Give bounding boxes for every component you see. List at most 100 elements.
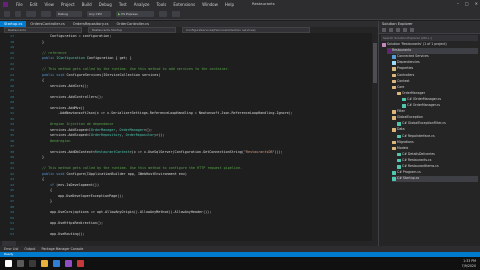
code-editor[interactable]: 17 18 19 20 21 22 23 24 25 26 27 28 29 30 31 32 33 34 35 36… [0, 33, 378, 241]
csharp-file-icon [397, 134, 401, 139]
code-line[interactable]: { [50, 188, 52, 192]
code-line[interactable]: // This method gets called by the runtim… [42, 166, 242, 170]
solution-tree-item[interactable]: OrderManager [397, 91, 425, 97]
refresh-icon[interactable] [396, 28, 400, 32]
code-line[interactable]: #region Injection de dependance [50, 122, 113, 126]
visual-studio-icon[interactable] [65, 260, 72, 267]
solution-tree-item[interactable]: C# DetailsDeliveries [397, 152, 435, 158]
collapse-icon[interactable] [403, 28, 407, 32]
solution-tree-item[interactable]: C# RepoInterface.cs [397, 134, 435, 140]
menu-item[interactable]: Test [119, 2, 127, 7]
app-icon[interactable] [77, 260, 84, 267]
code-token: "RestaurantsDB" [243, 149, 275, 154]
menu-item[interactable]: File [16, 2, 23, 7]
code-line[interactable]: services.AddMvc() [50, 106, 85, 110]
code-line[interactable]: services.AddCors(); [50, 84, 89, 88]
back-button[interactable] [4, 11, 10, 17]
platform-select[interactable]: Any CPU [87, 11, 111, 17]
solution-tree-item[interactable]: Solution 'Restaurants' (1 of 1 project) [382, 42, 447, 48]
solution-tree-item[interactable]: Restaurants [387, 48, 478, 54]
code-line[interactable]: { [42, 177, 44, 181]
code-line[interactable]: app.UseHttpsRedirection(); [50, 221, 103, 225]
solution-tree-item[interactable]: C# RestaurantItems.cs [397, 164, 439, 170]
code-line[interactable]: app.UseCors(options => opt.AllowAnyOrigi… [50, 210, 211, 214]
home-icon[interactable] [382, 28, 386, 32]
solution-tree-item[interactable]: Migrations [392, 140, 414, 146]
undo-button[interactable] [41, 11, 51, 17]
code-token: services.AddScoped< [50, 133, 89, 137]
solution-tree-item[interactable]: Controllers [392, 73, 414, 79]
code-line[interactable]: if (env.IsDevelopment()) [50, 183, 99, 187]
solution-tree-item[interactable]: GlobalException [392, 115, 423, 121]
code-line[interactable]: services.AddDbContext<RestaurantContext>… [50, 150, 283, 154]
menu-item[interactable]: Analyze [134, 2, 150, 7]
solution-tree-item[interactable]: Properties [392, 66, 413, 72]
windows-start-icon[interactable] [5, 260, 12, 267]
code-line[interactable]: public void Configure(IApplicationBuilde… [42, 172, 187, 176]
task-view-icon[interactable] [29, 260, 36, 267]
menu-item[interactable]: Build [82, 2, 92, 7]
system-clock[interactable]: 1:33 PM 7/9/2020 [462, 259, 476, 268]
code-line[interactable]: public IConfiguration Configuration { ge… [42, 56, 132, 60]
code-line[interactable]: services.AddScoped<IOrderRepository, Ord… [50, 133, 164, 137]
toolbar-button[interactable] [159, 11, 167, 17]
code-line[interactable]: } [42, 40, 44, 44]
solution-tree-item[interactable]: C# Restaurants.cs [397, 158, 431, 164]
code-token: public void [42, 72, 67, 77]
close-icon[interactable]: ✕ [475, 1, 478, 6]
save-button[interactable] [26, 11, 36, 17]
menu-item[interactable]: Window [202, 2, 218, 7]
csharp-file-icon [397, 165, 401, 169]
solution-tree-item[interactable]: Core [392, 85, 404, 91]
toolbar-button[interactable] [172, 11, 180, 17]
code-line[interactable]: app.UseDeveloperExceptionPage(); [58, 194, 123, 198]
solution-tree-item[interactable]: Models [392, 146, 408, 152]
code-line[interactable]: } [42, 155, 44, 159]
scroll-thumb[interactable] [373, 43, 377, 83]
sync-icon[interactable] [389, 28, 393, 32]
code-line[interactable]: services.AddControllers(); [50, 95, 103, 99]
code-line[interactable]: } [50, 199, 52, 203]
solution-tree-item[interactable]: Data [392, 127, 405, 133]
minimize-icon[interactable]: – [457, 1, 459, 6]
solution-tree-item[interactable]: C# Startup.cs [392, 176, 478, 182]
solution-tree-item[interactable]: C# Program.cs [392, 170, 421, 176]
csharp-file-icon [397, 158, 401, 163]
menu-item[interactable]: Debug [99, 2, 112, 7]
code-line[interactable]: // reference [42, 51, 67, 55]
solution-tree-item[interactable]: Dependencies [392, 60, 420, 66]
solution-tree-item[interactable]: Context [392, 79, 410, 85]
solution-tree-label: Context [397, 78, 410, 83]
solution-search-input[interactable]: Search Solution Explorer (Ctrl+;) [381, 35, 478, 41]
menu-item[interactable]: View [44, 2, 54, 7]
menu-item[interactable]: Project [61, 2, 75, 7]
settings-icon[interactable] [410, 28, 414, 32]
code-line[interactable]: #endregion [50, 139, 70, 143]
solution-tree-item[interactable]: C# GlobalExceptionFilter.cs [397, 121, 446, 127]
solution-tree-item[interactable]: Connected Services [392, 54, 429, 60]
solution-tree-item[interactable]: C# OrderManager.cs [402, 103, 440, 109]
code-token: ))); [274, 149, 283, 154]
browser-icon[interactable] [53, 260, 60, 267]
code-line[interactable]: Configuration = configuration; [50, 34, 111, 38]
code-token: services.AddMvc() [50, 105, 85, 110]
maximize-icon[interactable]: □ [465, 1, 469, 6]
forward-button[interactable] [15, 11, 21, 17]
menu-item[interactable]: Extensions [173, 2, 195, 7]
code-line[interactable]: // This method gets called by the runtim… [42, 67, 230, 71]
solution-tree-item[interactable]: C# IOrderManager.cs [402, 97, 441, 103]
menu-item[interactable]: Help [225, 2, 234, 7]
line-number: 42 [10, 171, 14, 176]
menu-item[interactable]: Edit [30, 2, 38, 7]
run-button[interactable]: ▶ IIS Express [116, 11, 154, 17]
code-line[interactable]: { [42, 78, 44, 82]
search-icon[interactable] [17, 260, 24, 267]
solution-tree-item[interactable]: Filter [392, 109, 405, 115]
file-explorer-icon[interactable] [41, 260, 48, 267]
menu-item[interactable]: Tools [157, 2, 167, 7]
configuration-select[interactable]: Debug [56, 11, 82, 17]
code-line[interactable]: .AddNewtonsoftJson(x => x.SerializerSett… [58, 111, 293, 115]
code-line[interactable]: public void ConfigureServices(IServiceCo… [42, 73, 160, 77]
code-line[interactable]: app.UseRouting(); [50, 232, 85, 236]
code-line[interactable]: services.AddScoped<IOrderManager, OrderM… [50, 128, 152, 132]
